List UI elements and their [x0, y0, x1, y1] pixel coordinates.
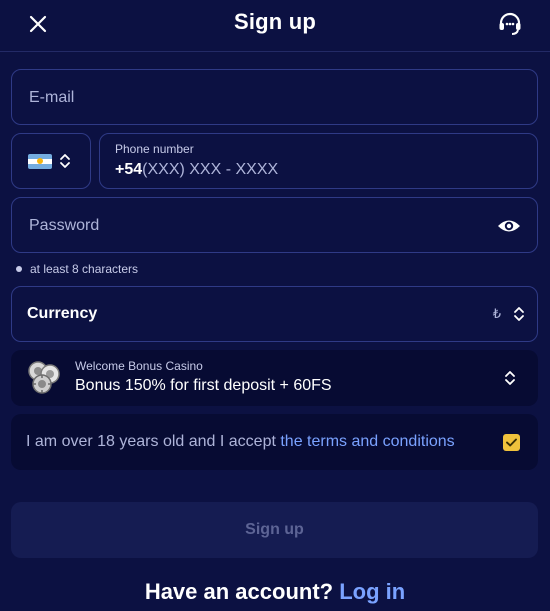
- currency-label: Currency: [27, 305, 98, 322]
- terms-link[interactable]: the terms and conditions: [280, 433, 454, 450]
- chevron-up-down-icon: [59, 152, 71, 170]
- login-link[interactable]: Log in: [339, 579, 405, 604]
- password-field-container: [11, 197, 538, 254]
- phone-field[interactable]: Phone number +54(XXX) XXX - XXXX: [99, 133, 538, 189]
- country-code-select[interactable]: [11, 133, 91, 189]
- password-hint: at least 8 characters: [16, 262, 138, 276]
- currency-symbol: ₺: [492, 306, 501, 321]
- phone-label: Phone number: [115, 142, 194, 156]
- password-hint-text: at least 8 characters: [30, 262, 139, 276]
- welcome-bonus-select[interactable]: Welcome Bonus Casino Bonus 150% for firs…: [11, 350, 538, 406]
- chevron-up-down-icon: [513, 305, 525, 323]
- phone-country-code: +54: [115, 161, 143, 178]
- email-field[interactable]: [27, 70, 522, 126]
- login-question: Have an account?: [144, 579, 340, 604]
- header: Sign up: [0, 0, 550, 52]
- argentina-flag-icon: [28, 154, 52, 169]
- page-title: Sign up: [233, 9, 317, 34]
- currency-select[interactable]: Currency ₺: [11, 286, 538, 342]
- casino-chips-icon: [26, 359, 62, 395]
- signup-button[interactable]: Sign up: [11, 502, 538, 558]
- bonus-label: Welcome Bonus Casino: [75, 359, 203, 373]
- terms-text: I am over 18 years old and I accept the …: [26, 433, 455, 451]
- bullet-icon: [16, 265, 22, 272]
- login-prompt: Have an account? Log in: [0, 579, 550, 605]
- bonus-value: Bonus 150% for first deposit + 60FS: [75, 377, 332, 394]
- chevron-up-down-icon: [504, 369, 516, 387]
- phone-mask: (XXX) XXX - XXXX: [142, 161, 279, 178]
- terms-checkbox[interactable]: [503, 434, 520, 451]
- terms-statement: I am over 18 years old and I accept: [26, 433, 281, 450]
- password-field[interactable]: [27, 198, 522, 254]
- headset-support-icon[interactable]: [497, 11, 523, 37]
- terms-row: I am over 18 years old and I accept the …: [11, 414, 538, 470]
- eye-icon[interactable]: [497, 215, 521, 237]
- email-field-container: [11, 69, 538, 126]
- phone-input[interactable]: +54(XXX) XXX - XXXX: [115, 161, 278, 179]
